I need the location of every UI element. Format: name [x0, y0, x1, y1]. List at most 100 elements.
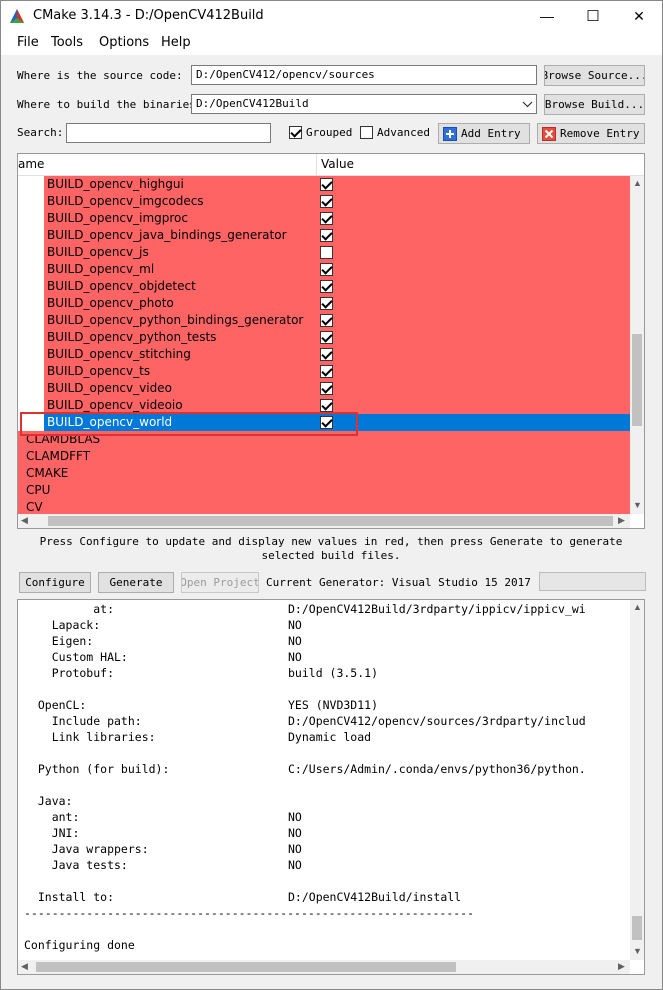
row-value-checkbox[interactable]: [320, 382, 333, 395]
table-row[interactable]: CPU: [18, 482, 630, 499]
table-row[interactable]: BUILD_opencv_imgcodecs: [18, 193, 630, 210]
add-entry-label: Add Entry: [461, 127, 521, 140]
column-header-value[interactable]: Value: [321, 157, 354, 171]
table-row[interactable]: CV: [18, 499, 630, 514]
scroll-down-arrow-icon[interactable]: ▼: [633, 500, 642, 510]
output-vertical-scroll-thumb[interactable]: [632, 916, 642, 940]
output-line-value: YES (NVD3D11): [288, 698, 379, 712]
row-value-checkbox[interactable]: [320, 178, 333, 191]
table-row[interactable]: BUILD_opencv_videoio: [18, 397, 630, 414]
search-input[interactable]: [66, 123, 271, 143]
table-row[interactable]: BUILD_opencv_python_tests: [18, 329, 630, 346]
table-row[interactable]: BUILD_opencv_world: [18, 414, 630, 431]
scroll-right-arrow-icon[interactable]: ▶: [618, 515, 625, 526]
table-row[interactable]: CMAKE: [18, 465, 630, 482]
row-value-checkbox[interactable]: [320, 246, 333, 259]
advanced-label: Advanced: [377, 126, 430, 139]
column-header-name[interactable]: ame: [18, 157, 44, 171]
menu-tools[interactable]: Tools: [51, 35, 83, 50]
output-horizontal-scroll-thumb[interactable]: [36, 962, 456, 972]
table-row[interactable]: BUILD_opencv_photo: [18, 295, 630, 312]
maximize-button[interactable]: ☐: [570, 1, 616, 31]
cmake-logo-icon: [10, 9, 24, 23]
output-line-label: Install to:: [24, 890, 115, 904]
generate-button[interactable]: Generate: [98, 572, 174, 593]
output-scroll-left-arrow-icon[interactable]: ◀: [21, 961, 28, 972]
row-name: BUILD_opencv_java_bindings_generator: [47, 228, 287, 242]
scroll-up-arrow-icon[interactable]: ▲: [633, 178, 642, 188]
row-indent: [18, 193, 44, 210]
row-value-checkbox[interactable]: [320, 348, 333, 361]
menu-options[interactable]: Options: [99, 35, 149, 50]
table-vertical-scroll-thumb[interactable]: [632, 334, 642, 426]
title-bar[interactable]: CMake 3.14.3 - D:/OpenCV412Build — ☐ ✕: [1, 1, 662, 31]
table-rows: BUILD_opencv_highgui BUILD_opencv_imgcode…: [18, 176, 630, 514]
row-value-checkbox[interactable]: [320, 365, 333, 378]
chevron-down-icon[interactable]: [522, 101, 533, 108]
build-path-combobox[interactable]: D:/OpenCV412Build: [191, 94, 537, 114]
remove-entry-icon: [542, 126, 556, 141]
output-line-value: D:/OpenCV412Build/install: [288, 890, 462, 904]
close-button[interactable]: ✕: [616, 1, 662, 31]
table-row[interactable]: CLAMDFFT: [18, 448, 630, 465]
output-line-label: ----------------------------------------…: [24, 906, 475, 920]
output-scroll-down-arrow-icon[interactable]: ▼: [633, 946, 642, 956]
output-line-value: build (3.5.1): [288, 666, 379, 680]
advanced-checkbox[interactable]: [360, 126, 373, 139]
output-line-label: at:: [24, 602, 115, 616]
row-value-checkbox[interactable]: [320, 280, 333, 293]
table-row[interactable]: BUILD_opencv_python_bindings_generator: [18, 312, 630, 329]
row-value-checkbox[interactable]: [320, 297, 333, 310]
table-row[interactable]: BUILD_opencv_js: [18, 244, 630, 261]
row-value-checkbox[interactable]: [320, 399, 333, 412]
table-vertical-scrollbar[interactable]: ▲ ▼: [630, 176, 644, 514]
row-name: CPU: [26, 483, 51, 497]
output-line-label: Lapack:: [24, 618, 101, 632]
table-row[interactable]: BUILD_opencv_ml: [18, 261, 630, 278]
menu-help[interactable]: Help: [161, 35, 191, 50]
output-scroll-right-arrow-icon[interactable]: ▶: [618, 961, 625, 972]
output-horizontal-scrollbar[interactable]: ◀ ▶: [18, 960, 630, 974]
row-name: BUILD_opencv_stitching: [47, 347, 191, 361]
browse-source-button[interactable]: Browse Source...: [544, 65, 645, 86]
minimize-button[interactable]: —: [524, 1, 570, 31]
table-row[interactable]: CLAMDBLAS: [18, 431, 630, 448]
row-value-checkbox[interactable]: [320, 416, 333, 429]
row-value-checkbox[interactable]: [320, 229, 333, 242]
row-name: BUILD_opencv_world: [47, 415, 173, 429]
output-line-value: C:/Users/Admin/.conda/envs/python36/pyth…: [288, 762, 586, 776]
table-row[interactable]: BUILD_opencv_highgui: [18, 176, 630, 193]
row-value-checkbox[interactable]: [320, 331, 333, 344]
remove-entry-button[interactable]: Remove Entry: [537, 123, 645, 144]
output-scroll-up-arrow-icon[interactable]: ▲: [633, 602, 642, 612]
row-value-checkbox[interactable]: [320, 195, 333, 208]
table-row[interactable]: BUILD_opencv_video: [18, 380, 630, 397]
table-row[interactable]: BUILD_opencv_imgproc: [18, 210, 630, 227]
menu-file[interactable]: File: [17, 35, 39, 50]
configure-button[interactable]: Configure: [19, 572, 91, 593]
row-indent: [18, 329, 44, 346]
grouped-checkbox[interactable]: [289, 126, 302, 139]
row-value-checkbox[interactable]: [320, 263, 333, 276]
output-line-label: OpenCL:: [24, 698, 87, 712]
scroll-left-arrow-icon[interactable]: ◀: [21, 515, 28, 526]
open-project-button[interactable]: Open Project: [181, 572, 259, 593]
add-entry-button[interactable]: Add Entry: [438, 123, 530, 144]
row-name: BUILD_opencv_photo: [47, 296, 174, 310]
table-horizontal-scroll-thumb[interactable]: [48, 516, 613, 526]
table-row[interactable]: BUILD_opencv_java_bindings_generator: [18, 227, 630, 244]
table-row[interactable]: BUILD_opencv_stitching: [18, 346, 630, 363]
row-name: CMAKE: [26, 466, 69, 480]
row-name: BUILD_opencv_python_bindings_generator: [47, 313, 304, 327]
source-path-input[interactable]: D:/OpenCV412/opencv/sources: [191, 65, 537, 85]
row-value-checkbox[interactable]: [320, 212, 333, 225]
row-value-checkbox[interactable]: [320, 314, 333, 327]
output-line-value: NO: [288, 650, 302, 664]
row-name: BUILD_opencv_highgui: [47, 177, 184, 191]
output-vertical-scrollbar[interactable]: ▲ ▼: [630, 600, 644, 960]
table-row[interactable]: BUILD_opencv_objdetect: [18, 278, 630, 295]
browse-build-button[interactable]: Browse Build...: [544, 94, 645, 115]
column-separator[interactable]: [316, 154, 317, 176]
table-horizontal-scrollbar[interactable]: ◀ ▶: [18, 514, 630, 528]
table-row[interactable]: BUILD_opencv_ts: [18, 363, 630, 380]
